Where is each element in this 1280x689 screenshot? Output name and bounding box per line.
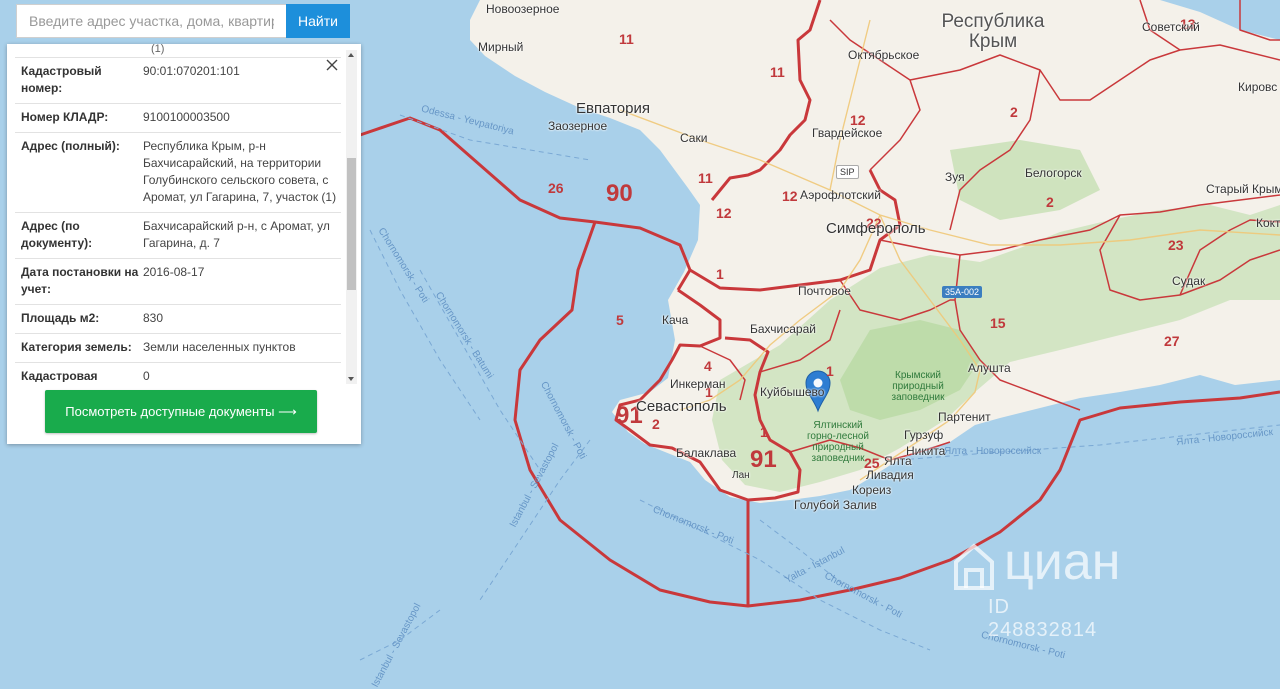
city-label: Саки (680, 131, 708, 145)
info-row-document-address: Адрес (по документу): Бахчисарайский р-н… (15, 213, 341, 259)
address-search-input[interactable] (16, 4, 286, 38)
info-value: 0 (143, 369, 150, 382)
scroll-down-arrow-icon[interactable] (348, 377, 354, 381)
region-number-label: 1 (826, 363, 834, 379)
region-number-label: 1 (760, 424, 768, 440)
city-label: Гурзуф (904, 428, 944, 442)
city-label: Лан (732, 470, 750, 481)
city-label: Кореиз (852, 483, 892, 497)
city-label: Алушта (968, 361, 1011, 375)
watermark-brand: циан (1004, 533, 1121, 591)
info-row-cadastral-number: Кадастровый номер: 90:01:070201:101 (15, 58, 341, 104)
parcel-info-list[interactable]: (1) Кадастровый номер: 90:01:070201:101 … (15, 44, 341, 382)
city-label: Аэрофлотский (800, 188, 881, 202)
city-label: Советский (1142, 20, 1200, 34)
region-number-label: 11 (770, 64, 785, 80)
region-number-label: 1 (716, 266, 724, 282)
region-number-label: 2 (1046, 194, 1054, 210)
region-number-label: 2 (652, 416, 660, 432)
view-documents-button[interactable]: Посмотреть доступные документы ⟶ (45, 390, 317, 433)
region-number-label: 11 (619, 31, 634, 47)
region-number-label: 27 (1164, 333, 1180, 349)
city-label: Кача (662, 313, 689, 327)
region-number-label: 23 (1168, 237, 1184, 253)
road-number-badge: SIP (836, 165, 859, 179)
city-label: Гвардейское (812, 126, 883, 140)
city-label: Партенит (938, 410, 991, 424)
city-label: Мирный (478, 40, 524, 54)
region-number-label: 12 (716, 205, 732, 221)
road-number-badge: 35А-002 (942, 286, 983, 298)
city-label: Зуя (945, 170, 965, 184)
info-value: 90:01:070201:101 (143, 64, 240, 78)
info-row-cadastral-cost: Кадастровая 0 (15, 363, 341, 382)
city-label: Белогорск (1025, 166, 1082, 180)
region-number-label: 11 (698, 170, 713, 186)
info-key: Кадастровая (21, 369, 98, 382)
city-label: Старый Крым (1206, 182, 1280, 196)
region-number-label: 2 (1010, 104, 1018, 120)
address-search-bar: Найти (16, 4, 352, 40)
info-row-area: Площадь м2: 830 (15, 305, 341, 334)
city-label: Никита (906, 444, 946, 458)
city-label: Голубой Залив (794, 498, 877, 512)
watermark-id: ID 248832814 (988, 596, 1098, 641)
info-value: 2016-08-17 (143, 265, 205, 279)
region-title-label: Республика Крым (941, 11, 1045, 52)
info-row-kladr: Номер КЛАДР: 9100100003500 (15, 104, 341, 133)
city-label: Заозерное (548, 119, 608, 133)
region-number-label: 91 (750, 446, 777, 473)
city-label: Новоозерное (486, 2, 560, 16)
city-label: Судак (1172, 274, 1206, 288)
region-number-label: 4 (704, 358, 712, 374)
city-label: Евпатория (576, 100, 650, 117)
info-key: Номер КЛАДР: (21, 110, 109, 124)
info-key: Дата постановки на учет: (21, 265, 139, 296)
scroll-thumb[interactable] (347, 158, 356, 290)
park-label: Ялтинский горно-лесной природный заповед… (806, 420, 870, 464)
city-label: Кокт (1256, 216, 1280, 230)
cian-house-icon (954, 543, 994, 590)
info-row-registration-date: Дата постановки на учет: 2016-08-17 (15, 259, 341, 305)
park-label: Крымский природный заповедник (891, 370, 945, 403)
parcel-info-panel: (1) Кадастровый номер: 90:01:070201:101 … (7, 44, 361, 444)
info-key: Адрес (полный): (21, 139, 120, 153)
region-number-label: 5 (616, 312, 624, 328)
info-row-land-category: Категория земель: Земли населенных пункт… (15, 334, 341, 363)
info-value: 9100100003500 (143, 110, 230, 124)
city-label: Куйбышево (760, 385, 825, 399)
city-label: Симферополь (826, 220, 926, 237)
city-label: Почтовое (798, 284, 851, 298)
panel-scrollbar[interactable] (346, 50, 357, 384)
info-value: Республика Крым, р-н Бахчисарайский, на … (143, 139, 337, 204)
info-row-full-address: Адрес (полный): Республика Крым, р-н Бах… (15, 133, 341, 213)
sea-route-label: Ялта - Новороссийск (944, 446, 1042, 457)
info-value: 830 (143, 311, 164, 325)
close-icon[interactable] (325, 58, 339, 72)
partial-row-text: (1) (15, 44, 341, 58)
info-key: Кадастровый номер: (21, 64, 102, 95)
scroll-up-arrow-icon[interactable] (348, 53, 354, 57)
info-key: Адрес (по документу): (21, 219, 93, 250)
city-label: Ливадия (866, 468, 914, 482)
info-key: Категория земель: (21, 340, 132, 354)
region-number-label: 26 (548, 180, 564, 196)
city-label: Кировс (1238, 80, 1278, 94)
search-button[interactable]: Найти (286, 4, 350, 38)
info-value: Бахчисарайский р-н, с Аромат, ул Гагарин… (143, 219, 330, 250)
info-key: Площадь м2: (21, 311, 100, 325)
city-label: Севастополь (636, 398, 727, 415)
city-label: Инкерман (670, 377, 726, 391)
region-number-label: 15 (990, 315, 1006, 331)
region-number-label: 12 (782, 188, 798, 204)
city-label: Октябрьское (848, 48, 920, 62)
info-value: Земли населенных пунктов (143, 340, 296, 354)
region-number-label: 90 (606, 180, 633, 207)
city-label: Балаклава (676, 446, 737, 460)
city-label: Бахчисарай (750, 322, 816, 336)
